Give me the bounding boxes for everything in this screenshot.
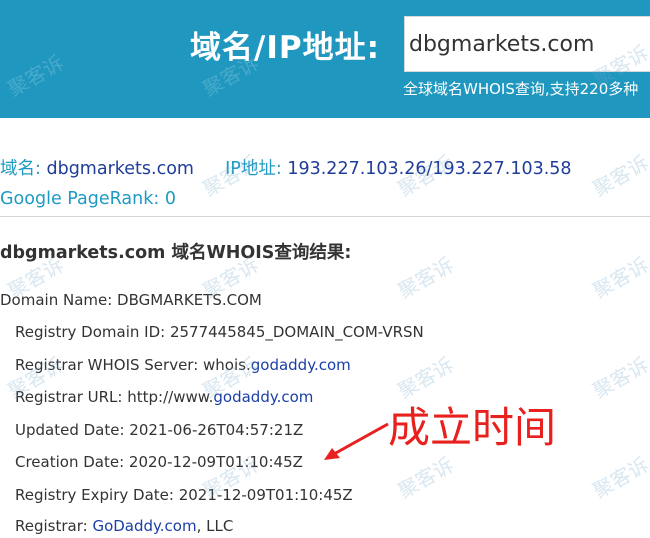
whois-server-link[interactable]: godaddy.com bbox=[251, 356, 351, 374]
annotation-text: 成立时间 bbox=[388, 403, 557, 452]
whois-record: Registry Domain ID: 2577445845_DOMAIN_CO… bbox=[15, 323, 424, 341]
red-arrow-icon bbox=[324, 422, 389, 460]
watermark: 聚客诉 bbox=[393, 252, 458, 304]
header-banner: 域名/IP地址: 全球域名WHOIS查询,支持220多种 bbox=[0, 0, 650, 118]
page-title: 域名/IP地址: bbox=[190, 30, 380, 66]
watermark: 聚客诉 bbox=[588, 252, 650, 304]
whois-record: Registry Expiry Date: 2021-12-09T01:10:4… bbox=[15, 486, 353, 504]
whois-record: Registrar: GoDaddy.com, LLC bbox=[15, 517, 234, 535]
domain-label: 域名: bbox=[0, 159, 41, 179]
watermark: 聚客诉 bbox=[393, 452, 458, 504]
whois-record: Registrar URL: http://www.godaddy.com bbox=[15, 388, 314, 406]
summary-domain-ip: 域名: dbgmarkets.com IP地址: 193.227.103.26/… bbox=[0, 155, 572, 180]
divider bbox=[0, 216, 650, 217]
whois-record: Updated Date: 2021-06-26T04:57:21Z bbox=[15, 421, 304, 439]
watermark: 聚客诉 bbox=[588, 352, 650, 404]
pagerank: Google PageRank: 0 bbox=[0, 189, 176, 209]
watermark: 聚客诉 bbox=[588, 452, 650, 504]
watermark: 聚客诉 bbox=[588, 150, 650, 202]
domain-value[interactable]: dbgmarkets.com bbox=[46, 159, 194, 179]
registrar-link[interactable]: GoDaddy.com bbox=[92, 517, 196, 535]
